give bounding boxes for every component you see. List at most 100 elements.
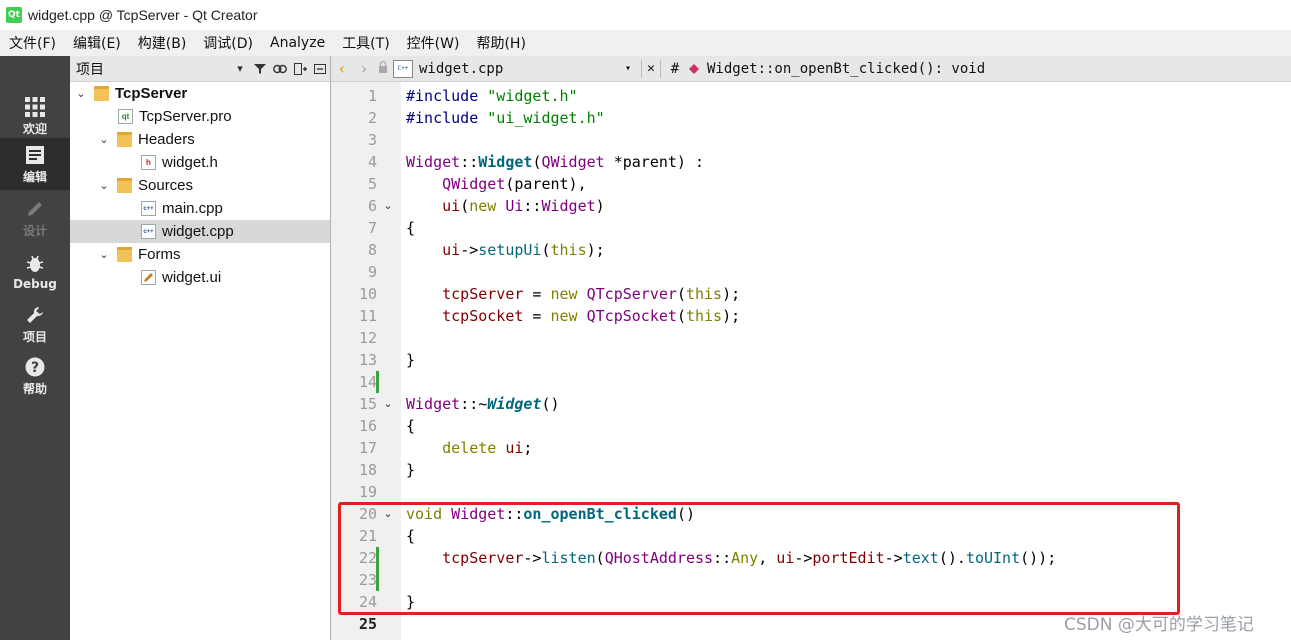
mode-label: 设计 xyxy=(22,223,47,238)
line-number: 12 xyxy=(358,329,377,347)
cpp-file-icon: c++ xyxy=(141,201,156,216)
pencil-icon xyxy=(24,198,46,220)
cpp-file-icon: C++ xyxy=(393,59,413,78)
chevron-down-icon[interactable]: ⌄ xyxy=(97,179,111,192)
tree-item-widget-h[interactable]: h widget.h xyxy=(70,151,330,174)
tree-item-label: Forms xyxy=(138,246,181,263)
code-line: ui->setupUi(this); xyxy=(442,241,605,259)
dropdown-arrow-icon[interactable]: ▾ xyxy=(230,59,250,79)
line-number: 6 xyxy=(367,197,377,215)
tree-item-forms[interactable]: ⌄ Forms xyxy=(70,243,330,266)
line-number: 15 xyxy=(358,395,377,413)
mode-label: 项目 xyxy=(22,329,47,344)
project-panel-header: 项目 ▾ xyxy=(70,56,330,82)
lock-icon xyxy=(375,60,391,77)
tree-item-label: widget.cpp xyxy=(162,223,234,240)
project-tree: ⌄ TcpServer qt TcpServer.pro ⌄ Headers h… xyxy=(70,82,330,640)
fold-chevron-icon[interactable]: ⌄ xyxy=(381,195,395,217)
nav-back-icon[interactable]: ‹ xyxy=(331,59,353,78)
mode-label: 编辑 xyxy=(22,169,47,184)
menu-file[interactable]: 文件(F) xyxy=(0,33,64,53)
forms-folder-icon xyxy=(117,247,132,262)
symbol-selector[interactable]: Widget::on_openBt_clicked(): void xyxy=(707,61,985,77)
project-panel-title: 项目 xyxy=(76,61,104,78)
menu-debug[interactable]: 调试(D) xyxy=(194,33,261,53)
tree-item-widget-ui[interactable]: widget.ui xyxy=(70,266,330,289)
window-title: widget.cpp @ TcpServer - Qt Creator xyxy=(28,7,258,23)
source-folder-icon xyxy=(117,178,132,193)
line-number: 13 xyxy=(358,351,377,369)
menu-controls[interactable]: 控件(W) xyxy=(398,33,468,53)
line-number: 11 xyxy=(358,307,377,325)
qt-folder-icon xyxy=(94,86,109,101)
tree-item-label: TcpServer xyxy=(115,85,188,102)
chevron-down-icon[interactable]: ⌄ xyxy=(97,248,111,261)
line-number: 16 xyxy=(358,417,377,435)
menu-bar: 文件(F) 编辑(E) 构建(B) 调试(D) Analyze 工具(T) 控件… xyxy=(0,30,1291,56)
grid-icon xyxy=(24,96,46,118)
mode-edit[interactable]: 编辑 xyxy=(0,138,70,190)
nav-forward-icon[interactable]: › xyxy=(353,59,375,78)
line-number: 9 xyxy=(367,263,377,281)
code-line: { xyxy=(406,417,416,435)
close-pane-icon[interactable] xyxy=(310,59,330,79)
menu-help[interactable]: 帮助(H) xyxy=(467,33,533,53)
line-number: 1 xyxy=(367,87,377,105)
tree-item-label: Headers xyxy=(138,131,195,148)
split-icon[interactable] xyxy=(290,59,310,79)
tree-item-headers[interactable]: ⌄ Headers xyxy=(70,128,330,151)
line-number: 5 xyxy=(367,175,377,193)
code-line: } xyxy=(406,461,416,479)
menu-edit[interactable]: 编辑(E) xyxy=(64,33,129,53)
mode-design[interactable]: 设计 xyxy=(0,192,70,244)
code-line: } xyxy=(406,351,416,369)
edit-document-icon xyxy=(24,144,46,166)
line-number: 18 xyxy=(358,461,377,479)
line-number: 8 xyxy=(367,241,377,259)
chevron-down-icon[interactable]: ⌄ xyxy=(97,133,111,146)
line-number: 3 xyxy=(367,131,377,149)
change-marker xyxy=(376,371,379,393)
mode-label: 帮助 xyxy=(22,381,47,396)
tree-item-label: main.cpp xyxy=(162,200,223,217)
editor-toolbar: ‹ › C++ widget.cpp ▾ ✕ # Widget::on_open… xyxy=(331,56,1291,82)
mode-projects[interactable]: 项目 xyxy=(0,298,70,350)
chevron-down-icon[interactable]: ⌄ xyxy=(74,87,88,100)
menu-tools[interactable]: 工具(T) xyxy=(333,33,397,53)
mode-selector: 欢迎 编辑 设计 Debug 项目 ? 帮助 xyxy=(0,56,70,640)
mode-help[interactable]: ? 帮助 xyxy=(0,350,70,402)
hash-selector[interactable]: # xyxy=(661,61,689,77)
menu-analyze[interactable]: Analyze xyxy=(261,35,333,51)
mode-welcome[interactable]: 欢迎 xyxy=(0,90,70,142)
line-number: 4 xyxy=(367,153,377,171)
wrench-icon xyxy=(24,304,46,326)
code-line: delete ui; xyxy=(442,439,533,457)
line-number: 14 xyxy=(358,373,377,391)
bug-icon xyxy=(24,253,46,275)
mode-label: 欢迎 xyxy=(22,121,47,136)
tree-item-label: widget.ui xyxy=(162,269,222,286)
tree-item-main-cpp[interactable]: c++ main.cpp xyxy=(70,197,330,220)
tree-item-sources[interactable]: ⌄ Sources xyxy=(70,174,330,197)
title-bar: Qt widget.cpp @ TcpServer - Qt Creator xyxy=(0,0,1291,30)
mode-label: Debug xyxy=(13,277,57,291)
code-line: { xyxy=(406,219,416,237)
tree-item-widget-cpp[interactable]: c++ widget.cpp xyxy=(70,220,330,243)
fold-chevron-icon[interactable]: ⌄ xyxy=(381,393,395,415)
mode-debug[interactable]: Debug xyxy=(0,246,70,298)
qt-project-file-icon: qt xyxy=(118,109,133,124)
tree-item-pro-file[interactable]: qt TcpServer.pro xyxy=(70,105,330,128)
chevron-down-icon[interactable]: ▾ xyxy=(625,63,641,74)
link-icon[interactable] xyxy=(270,59,290,79)
open-file-selector[interactable]: widget.cpp xyxy=(419,61,625,77)
tree-item-tcpserver[interactable]: ⌄ TcpServer xyxy=(70,82,330,105)
code-line: ui(new Ui::Widget) xyxy=(442,197,605,215)
svg-text:?: ? xyxy=(31,360,39,376)
filter-icon[interactable] xyxy=(250,59,270,79)
header-file-icon: h xyxy=(141,155,156,170)
line-number: 2 xyxy=(367,109,377,127)
code-line: #include "widget.h" xyxy=(406,87,578,105)
menu-build[interactable]: 构建(B) xyxy=(129,33,195,53)
close-document-icon[interactable]: ✕ xyxy=(642,61,660,76)
help-icon: ? xyxy=(24,356,46,378)
